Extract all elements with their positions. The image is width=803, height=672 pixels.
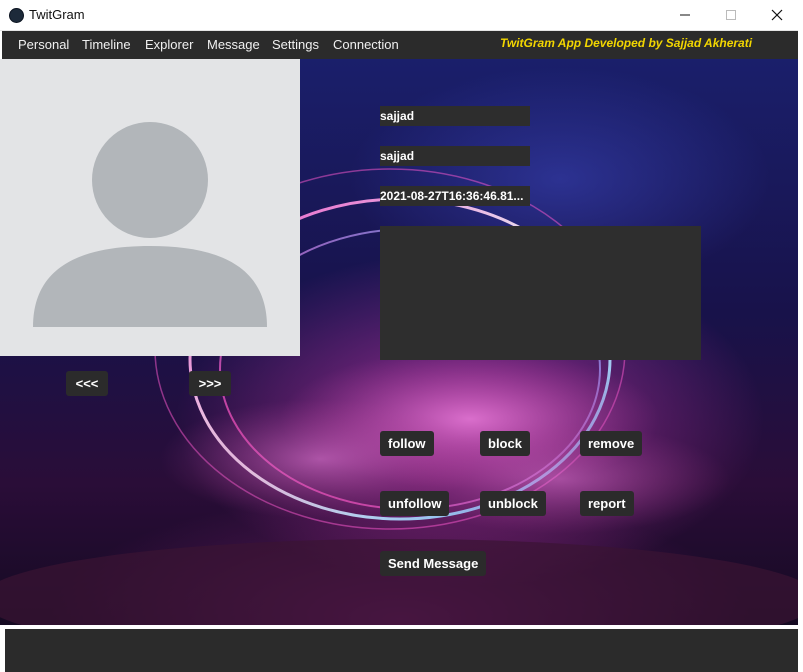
menu-bar: Personal Timeline Explorer Message Setti… [2, 31, 798, 59]
developer-credit: TwitGram App Developed by Sajjad Akherat… [500, 36, 753, 50]
minimize-icon [680, 14, 690, 16]
bio-box [380, 226, 701, 360]
menu-timeline[interactable]: Timeline [82, 37, 131, 52]
profile-view: sajjad sajjad 2021-08-27T16:36:46.81... … [0, 59, 798, 625]
maximize-button[interactable] [708, 0, 754, 30]
send-message-button[interactable]: Send Message [380, 551, 487, 576]
next-button[interactable]: >>> [189, 371, 231, 396]
menu-explorer[interactable]: Explorer [145, 37, 193, 52]
unblock-button[interactable]: unblock [480, 491, 546, 516]
close-button[interactable] [754, 0, 800, 30]
window-edge [798, 0, 803, 672]
avatar [0, 59, 300, 356]
previous-button[interactable]: <<< [66, 371, 108, 396]
menu-personal[interactable]: Personal [18, 37, 69, 52]
app-logo-icon [9, 8, 24, 23]
follow-button[interactable]: follow [380, 431, 434, 456]
menu-message[interactable]: Message [207, 37, 260, 52]
menu-settings[interactable]: Settings [272, 37, 319, 52]
minimize-button[interactable] [662, 0, 708, 30]
window-title: TwitGram [29, 7, 85, 22]
block-button[interactable]: block [480, 431, 530, 456]
name-field: sajjad [380, 146, 530, 166]
remove-button[interactable]: remove [580, 431, 643, 456]
close-icon [771, 9, 783, 21]
default-user-icon [33, 122, 267, 327]
username-field: sajjad [380, 106, 530, 126]
maximize-icon [726, 10, 736, 20]
date-field: 2021-08-27T16:36:46.81... [380, 186, 530, 206]
window-title-bar: TwitGram [0, 0, 798, 31]
unfollow-button[interactable]: unfollow [380, 491, 450, 516]
report-button[interactable]: report [580, 491, 634, 516]
bottom-panel [5, 629, 798, 672]
menu-connection[interactable]: Connection [333, 37, 399, 52]
